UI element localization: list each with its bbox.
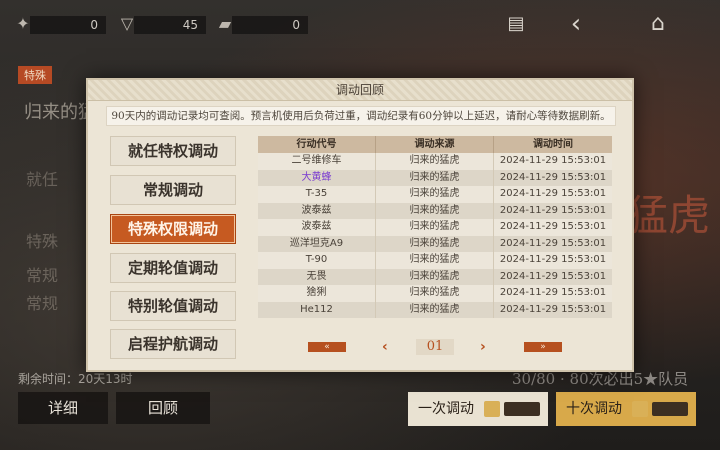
tab-escort[interactable]: 启程护航调动 bbox=[110, 329, 236, 359]
clipboard-button[interactable]: ▤ bbox=[496, 10, 536, 38]
ticket-icon bbox=[632, 401, 648, 417]
table-cell-time: 2024-11-29 15:53:01 bbox=[499, 254, 607, 265]
back-button[interactable]: ‹ bbox=[556, 10, 596, 38]
table-cell-time: 2024-11-29 15:53:01 bbox=[499, 204, 607, 216]
table-cell-source: 归来的猛虎 bbox=[376, 235, 494, 252]
tab-privilege[interactable]: 就任特权调动 bbox=[110, 136, 236, 166]
single-pull-button[interactable]: 一次调动 bbox=[408, 392, 548, 426]
table-cell-name: 巡洋坦克A9 bbox=[258, 235, 376, 252]
table-cell-time: 2024-11-29 15:53:01 bbox=[499, 237, 607, 249]
dialog-title: 调动回顾 bbox=[88, 80, 632, 101]
table-cell-source: 归来的猛虎 bbox=[376, 153, 494, 170]
back-arrow-icon: ‹ bbox=[570, 9, 582, 39]
column-header: 行动代号 bbox=[258, 136, 376, 153]
table-cell-source: 归来的猛虎 bbox=[376, 186, 494, 203]
side-row: 就任 bbox=[26, 170, 59, 189]
ticket-count bbox=[504, 402, 540, 416]
column-header: 调动来源 bbox=[376, 136, 494, 153]
side-row: 常规 bbox=[26, 266, 59, 285]
top-bar: ✦ 0 ▽ 45 ▰ 0 ▤ ‹ ⌂ bbox=[0, 0, 720, 52]
single-pull-label: 一次调动 bbox=[418, 401, 474, 417]
side-row: 特殊 bbox=[26, 232, 59, 251]
table-row: He112 归来的猛虎 2024-11-29 15:53:01 bbox=[258, 301, 612, 318]
table-cell-name: 二号维修车 bbox=[258, 153, 376, 170]
detail-button[interactable]: 详细 bbox=[18, 392, 108, 424]
table-cell-source: 归来的猛虎 bbox=[376, 219, 494, 236]
notice-text: 90天内的调动记录均可查阅。预言机使用后负荷过重，调动纪录有60分钟以上延迟，请… bbox=[106, 106, 616, 126]
ticket-count bbox=[652, 402, 688, 416]
table-row: 巡洋坦克A9 归来的猛虎 2024-11-29 15:53:01 bbox=[258, 235, 612, 252]
table-row: 大黄蜂 归来的猛虎 2024-11-29 15:53:01 bbox=[258, 169, 612, 186]
clipboard-icon: ▤ bbox=[507, 13, 525, 34]
pagination: « ‹ 01 › » bbox=[308, 339, 612, 356]
ten-pull-button[interactable]: 十次调动 bbox=[556, 392, 696, 426]
table-cell-name: 波泰兹 bbox=[258, 219, 376, 236]
table-cell-source: 归来的猛虎 bbox=[376, 301, 494, 318]
table-cell-name: T-90 bbox=[258, 252, 376, 269]
table-cell-name: 大黄蜂 bbox=[258, 169, 376, 186]
table-row: 猞猁 归来的猛虎 2024-11-29 15:53:01 bbox=[258, 285, 612, 302]
table-cell-time: 2024-11-29 15:53:01 bbox=[499, 171, 607, 183]
side-row: 常规 bbox=[26, 294, 59, 313]
prev-page-button[interactable]: ‹ bbox=[382, 340, 388, 354]
table-cell-source: 归来的猛虎 bbox=[376, 285, 494, 302]
table-cell-time: 2024-11-29 15:53:01 bbox=[499, 221, 607, 232]
banner-tag: 特殊 bbox=[18, 66, 52, 84]
resource-counter-2: 45 bbox=[134, 16, 206, 34]
table-row: 波泰兹 归来的猛虎 2024-11-29 15:53:01 bbox=[258, 202, 612, 219]
table-cell-time: 2024-11-29 15:53:01 bbox=[499, 188, 607, 199]
ticket-icon bbox=[484, 401, 500, 417]
last-page-button[interactable]: » bbox=[524, 342, 562, 352]
table-row: T-90 归来的猛虎 2024-11-29 15:53:01 bbox=[258, 252, 612, 269]
resource-counter-1: 0 bbox=[30, 16, 106, 34]
home-icon: ⌂ bbox=[651, 11, 665, 36]
next-page-button[interactable]: › bbox=[480, 340, 486, 354]
table-cell-time: 2024-11-29 15:53:01 bbox=[499, 287, 607, 298]
table-cell-time: 2024-11-29 15:53:01 bbox=[499, 270, 607, 282]
table-cell-time: 2024-11-29 15:53:01 bbox=[499, 303, 607, 315]
table-row: T-35 归来的猛虎 2024-11-29 15:53:01 bbox=[258, 186, 612, 203]
table-row: 无畏 归来的猛虎 2024-11-29 15:53:01 bbox=[258, 268, 612, 285]
first-page-button[interactable]: « bbox=[308, 342, 346, 352]
table-cell-name: 波泰兹 bbox=[258, 202, 376, 219]
ten-pull-label: 十次调动 bbox=[566, 401, 622, 417]
tab-special-permission[interactable]: 特殊权限调动 bbox=[110, 214, 236, 244]
recruit-history-dialog: 调动回顾 90天内的调动记录均可查阅。预言机使用后负荷过重，调动纪录有60分钟以… bbox=[86, 78, 634, 372]
column-header: 调动时间 bbox=[533, 139, 573, 150]
table-cell-name: T-35 bbox=[258, 186, 376, 203]
table-row: 二号维修车 归来的猛虎 2024-11-29 15:53:01 bbox=[258, 153, 612, 170]
banner-art-text: 猛虎 bbox=[626, 191, 711, 240]
table-cell-source: 归来的猛虎 bbox=[376, 202, 494, 219]
table-cell-name: 猞猁 bbox=[258, 285, 376, 302]
table-cell-source: 归来的猛虎 bbox=[376, 268, 494, 285]
remaining-time: 剩余时间：20天13时 bbox=[18, 372, 133, 386]
tab-periodic-rotation[interactable]: 定期轮值调动 bbox=[110, 253, 236, 283]
table-cell-source: 归来的猛虎 bbox=[376, 169, 494, 186]
table-cell-name: He112 bbox=[258, 301, 376, 318]
page-number: 01 bbox=[416, 339, 454, 355]
table-row: 波泰兹 归来的猛虎 2024-11-29 15:53:01 bbox=[258, 219, 612, 236]
review-button[interactable]: 回顾 bbox=[116, 392, 210, 424]
table-cell-source: 归来的猛虎 bbox=[376, 252, 494, 269]
resource-counter-3: 0 bbox=[232, 16, 308, 34]
tab-special-rotation[interactable]: 特别轮值调动 bbox=[110, 291, 236, 321]
tab-regular[interactable]: 常规调动 bbox=[110, 175, 236, 205]
table-header: 行动代号 调动来源 调动时间 bbox=[258, 136, 612, 153]
table-cell-time: 2024-11-29 15:53:01 bbox=[499, 155, 607, 166]
table-cell-name: 无畏 bbox=[258, 268, 376, 285]
home-button[interactable]: ⌂ bbox=[638, 10, 678, 38]
